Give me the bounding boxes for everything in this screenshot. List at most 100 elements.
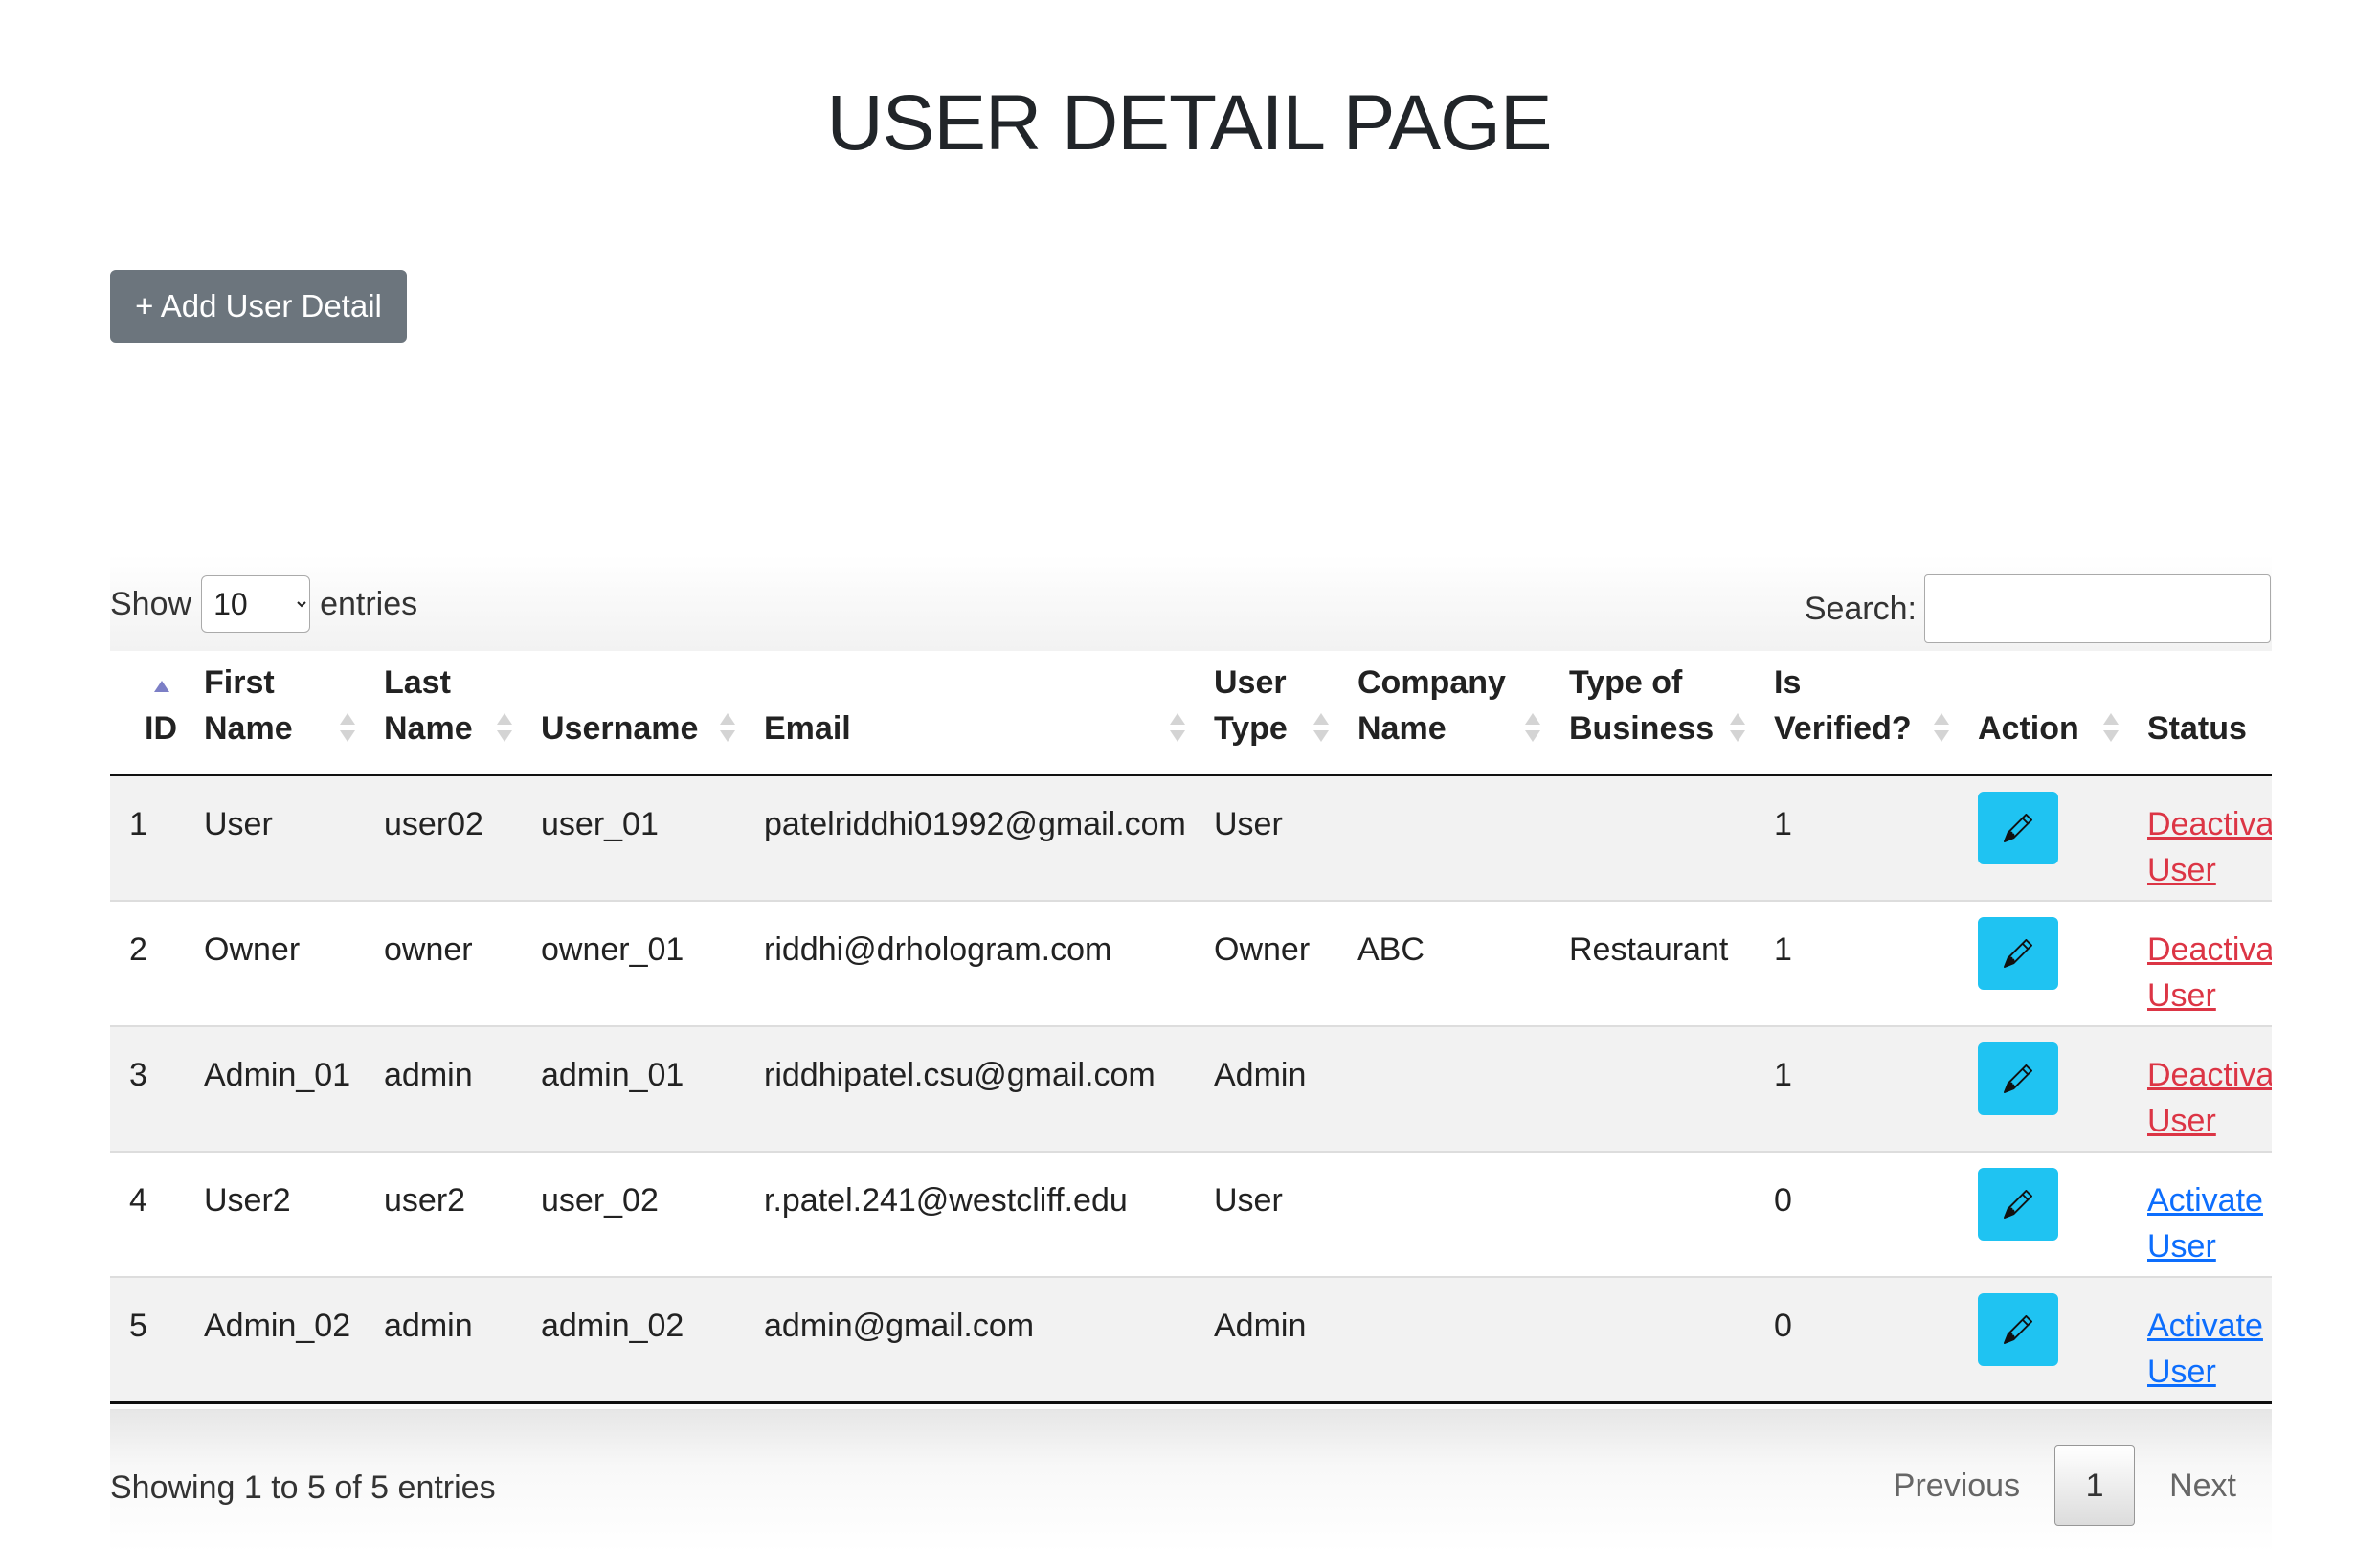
column-header-company[interactable]: Company Name	[1338, 653, 1550, 776]
edit-user-button[interactable]	[1978, 1168, 2058, 1241]
sort-icon	[1525, 709, 1540, 748]
activate-user-link[interactable]: Activate User	[2147, 1303, 2272, 1395]
sort-down-arrow-icon	[497, 730, 512, 742]
sort-icon	[2103, 709, 2119, 748]
cell-last-name: admin	[365, 1025, 522, 1152]
column-header-label: Is Verified?	[1774, 664, 1912, 747]
cell-username: user_02	[522, 1151, 745, 1277]
cell-username: admin_01	[522, 1025, 745, 1152]
pagination: Previous 1 Next	[1859, 1445, 2271, 1526]
column-header-first-name[interactable]: First Name	[185, 653, 365, 776]
cell-business	[1550, 775, 1755, 901]
cell-first-name: User	[185, 775, 365, 901]
table-row: 2 Owner owner owner_01 riddhi@drhologram.com…	[110, 900, 2272, 1026]
cell-verified: 1	[1755, 1025, 1959, 1152]
cell-business	[1550, 1276, 1755, 1404]
activate-user-link[interactable]: Activate User	[2147, 1177, 2272, 1269]
sort-up-arrow-icon	[1730, 713, 1745, 725]
cell-email: r.patel.241@westcliff.edu	[745, 1151, 1195, 1277]
deactivate-user-link[interactable]: Deactivate User	[2147, 801, 2272, 893]
cell-status: Activate User	[2128, 1151, 2272, 1277]
column-header-label: Status	[2147, 710, 2247, 747]
cell-first-name: Admin_02	[185, 1276, 365, 1404]
cell-username: owner_01	[522, 900, 745, 1026]
column-header-label: Action	[1978, 710, 2079, 747]
column-header-user-type[interactable]: User Type	[1195, 653, 1338, 776]
cell-email: patelriddhi01992@gmail.com	[745, 775, 1195, 901]
sort-ascending-icon	[154, 677, 169, 715]
edit-user-button[interactable]	[1978, 1042, 2058, 1115]
column-header-label: First Name	[204, 664, 293, 747]
sort-down-arrow-icon	[1525, 730, 1540, 742]
pencil-icon	[2004, 1190, 2032, 1219]
column-header-id[interactable]: ID	[110, 653, 185, 776]
add-user-detail-button[interactable]: + Add User Detail	[110, 270, 407, 343]
search-control: Search:	[1805, 574, 2271, 643]
cell-id: 3	[110, 1025, 185, 1152]
sort-icon	[1170, 709, 1185, 748]
cell-verified: 0	[1755, 1276, 1959, 1404]
next-page-button[interactable]: Next	[2135, 1445, 2271, 1526]
cell-business: Restaurant	[1550, 900, 1755, 1026]
sort-down-arrow-icon	[340, 730, 355, 742]
cell-verified: 0	[1755, 1151, 1959, 1277]
cell-verified: 1	[1755, 775, 1959, 901]
table-row: 3 Admin_01 admin admin_01 riddhipatel.csu@gm…	[110, 1025, 2272, 1152]
sort-up-arrow-icon	[154, 681, 169, 692]
cell-business	[1550, 1025, 1755, 1152]
current-page-button[interactable]: 1	[2054, 1445, 2136, 1526]
column-header-last-name[interactable]: Last Name	[365, 653, 522, 776]
cell-company	[1338, 1151, 1550, 1277]
deactivate-user-link[interactable]: Deactivate User	[2147, 927, 2272, 1019]
sort-icon	[1313, 709, 1329, 748]
column-header-business[interactable]: Type of Business	[1550, 653, 1755, 776]
table-row: 4 User2 user2 user_02 r.patel.241@westcliff.…	[110, 1151, 2272, 1277]
pencil-icon	[2004, 1315, 2032, 1344]
cell-company	[1338, 1276, 1550, 1404]
cell-email: admin@gmail.com	[745, 1276, 1195, 1404]
cell-user-type: Owner	[1195, 900, 1338, 1026]
column-header-label: Last Name	[384, 664, 473, 747]
cell-first-name: Owner	[185, 900, 365, 1026]
cell-id: 4	[110, 1151, 185, 1277]
search-input[interactable]	[1924, 574, 2271, 643]
entries-length-control: Show 10 entries	[110, 574, 417, 634]
cell-company	[1338, 1025, 1550, 1152]
cell-email: riddhi@drhologram.com	[745, 900, 1195, 1026]
column-header-label: Company Name	[1357, 664, 1506, 747]
sort-up-arrow-icon	[1313, 713, 1329, 725]
entries-per-page-select[interactable]: 10	[201, 575, 311, 633]
edit-user-button[interactable]	[1978, 917, 2058, 990]
user-detail-table: ID First Name Last Name Username Email User T…	[110, 653, 2272, 1404]
cell-user-type: Admin	[1195, 1276, 1338, 1404]
column-header-label: Type of Business	[1569, 664, 1715, 747]
entries-label: entries	[320, 585, 418, 622]
previous-page-button[interactable]: Previous	[1859, 1445, 2054, 1526]
cell-company	[1338, 775, 1550, 901]
column-header-email[interactable]: Email	[745, 653, 1195, 776]
column-header-status[interactable]: Status	[2128, 653, 2272, 776]
cell-last-name: admin	[365, 1276, 522, 1404]
column-header-action[interactable]: Action	[1959, 653, 2128, 776]
cell-first-name: User2	[185, 1151, 365, 1277]
cell-user-type: Admin	[1195, 1025, 1338, 1152]
edit-user-button[interactable]	[1978, 1293, 2058, 1366]
column-header-verified[interactable]: Is Verified?	[1755, 653, 1959, 776]
deactivate-user-link[interactable]: Deactivate User	[2147, 1052, 2272, 1144]
sort-up-arrow-icon	[720, 713, 735, 725]
cell-last-name: user2	[365, 1151, 522, 1277]
sort-icon	[340, 709, 355, 748]
sort-icon	[720, 709, 735, 748]
sort-up-arrow-icon	[1934, 713, 1949, 725]
column-header-label: User Type	[1214, 664, 1288, 747]
edit-user-button[interactable]	[1978, 792, 2058, 864]
sort-down-arrow-icon	[154, 698, 169, 709]
cell-last-name: owner	[365, 900, 522, 1026]
sort-icon	[1934, 709, 1949, 748]
cell-first-name: Admin_01	[185, 1025, 365, 1152]
cell-action	[1959, 1151, 2128, 1277]
table-body: 1 User user02 user_01 patelriddhi01992@gmail…	[110, 775, 2272, 1404]
cell-id: 2	[110, 900, 185, 1026]
column-header-username[interactable]: Username	[522, 653, 745, 776]
cell-username: user_01	[522, 775, 745, 901]
